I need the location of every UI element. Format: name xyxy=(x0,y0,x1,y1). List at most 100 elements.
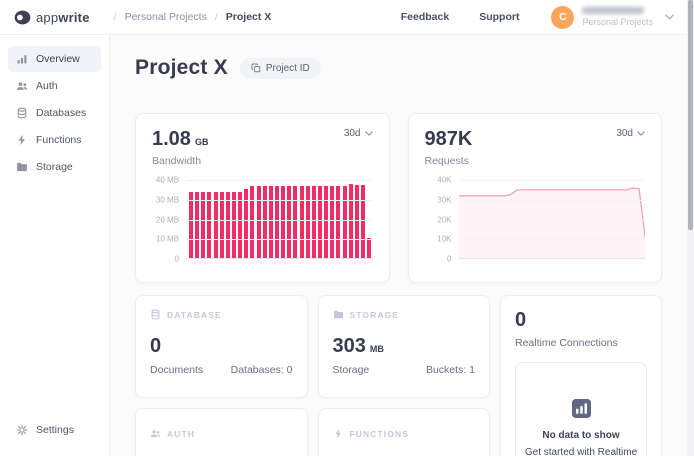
users-icon xyxy=(16,80,28,92)
bandwidth-bar xyxy=(336,186,340,259)
bandwidth-bar xyxy=(281,186,285,259)
storage-category-label: STORAGE xyxy=(350,310,400,320)
sidebar-item-overview[interactable]: Overview xyxy=(8,46,101,72)
breadcrumb-project[interactable]: Project X xyxy=(226,11,272,23)
no-data-title: No data to show xyxy=(542,430,619,441)
sidebar-item-auth[interactable]: Auth xyxy=(8,73,101,99)
databases-count: Databases: 0 xyxy=(231,364,293,376)
get-started-realtime-link[interactable]: Get started with Realtime xyxy=(525,447,637,456)
storage-label: Storage xyxy=(333,364,370,376)
range-value: 30d xyxy=(616,128,633,139)
requests-y-axis: 40K30K20K10K0 xyxy=(425,180,459,259)
sidebar-item-databases[interactable]: Databases xyxy=(8,100,101,126)
bandwidth-bar xyxy=(250,186,254,259)
database-icon xyxy=(150,309,161,320)
sidebar-item-label: Storage xyxy=(36,161,73,173)
chevron-down-icon xyxy=(637,131,645,136)
lightning-icon xyxy=(333,428,344,439)
sidebar-item-storage[interactable]: Storage xyxy=(8,154,101,180)
project-id-badge[interactable]: Project ID xyxy=(240,58,321,79)
bandwidth-bar xyxy=(226,192,230,259)
buckets-count: Buckets: 1 xyxy=(426,364,475,376)
bandwidth-bar xyxy=(189,192,193,259)
bandwidth-bar xyxy=(312,186,316,259)
y-tick-label: 0 xyxy=(447,255,451,264)
requests-plot xyxy=(459,180,646,259)
gridline xyxy=(459,200,646,201)
sidebar-item-settings[interactable]: Settings xyxy=(8,417,101,443)
gear-icon xyxy=(16,424,28,436)
scrollbar-track[interactable] xyxy=(687,0,694,456)
bandwidth-value: 1.08 xyxy=(152,128,191,151)
breadcrumb-separator: / xyxy=(114,11,117,23)
storage-card: STORAGE 303 MB Storage Buckets: 1 xyxy=(318,295,491,398)
baseline xyxy=(459,258,646,259)
sidebar-item-label: Overview xyxy=(36,53,80,65)
page-title: Project X xyxy=(135,56,228,80)
appwrite-logo[interactable]: appwrite xyxy=(14,10,90,25)
bandwidth-chart: 40 MB30 MB20 MB10 MB0 xyxy=(152,180,373,259)
requests-label: Requests xyxy=(425,155,473,167)
bandwidth-bar xyxy=(355,185,359,259)
sidebar: Overview Auth Databases Functions Storag… xyxy=(0,35,110,456)
sidebar-item-label: Auth xyxy=(36,80,58,92)
breadcrumb-separator: / xyxy=(215,11,218,23)
y-tick-label: 40K xyxy=(437,176,451,185)
storage-unit: MB xyxy=(370,344,384,354)
database-card: DATABASE 0 Documents Databases: 0 xyxy=(135,295,308,398)
sidebar-item-label: Functions xyxy=(36,134,82,146)
copy-icon xyxy=(251,63,261,73)
bandwidth-bar xyxy=(287,186,291,259)
bandwidth-bar xyxy=(269,186,273,259)
bandwidth-unit: GB xyxy=(195,137,209,147)
breadcrumb: / Personal Projects / Project X xyxy=(114,11,272,23)
realtime-empty-state: No data to show Get started with Realtim… xyxy=(515,362,647,456)
requests-value: 987K xyxy=(425,128,473,151)
bandwidth-bar xyxy=(361,185,365,259)
breadcrumb-org[interactable]: Personal Projects xyxy=(125,11,207,23)
bandwidth-bar xyxy=(349,184,353,259)
lightning-icon xyxy=(16,134,28,146)
bandwidth-bar xyxy=(214,192,218,259)
auth-card: AUTH xyxy=(135,408,308,456)
database-category-label: DATABASE xyxy=(167,310,222,320)
bandwidth-bar xyxy=(238,192,242,259)
documents-count: 0 xyxy=(150,335,161,358)
scrollbar-thumb[interactable] xyxy=(688,0,693,230)
main-content: Project X Project ID 1.08 GB Bandwidth 3… xyxy=(110,35,694,456)
chevron-down-icon xyxy=(365,131,373,136)
gridline xyxy=(459,180,646,181)
bandwidth-bar xyxy=(207,192,211,259)
requests-card: 987K Requests 30d 40K30K20K10K0 xyxy=(408,113,663,283)
y-tick-label: 20 MB xyxy=(156,215,179,224)
bandwidth-bar xyxy=(330,186,334,259)
avatar: C xyxy=(551,6,574,29)
gridline xyxy=(459,239,646,240)
bandwidth-plot xyxy=(186,180,373,259)
requests-range-dropdown[interactable]: 30d xyxy=(616,128,645,139)
sidebar-item-functions[interactable]: Functions xyxy=(8,127,101,153)
user-name-redacted xyxy=(582,7,644,14)
range-value: 30d xyxy=(344,128,361,139)
support-link[interactable]: Support xyxy=(479,11,519,23)
feedback-link[interactable]: Feedback xyxy=(401,11,449,23)
sidebar-item-label: Databases xyxy=(36,107,86,119)
bandwidth-bar xyxy=(343,186,347,259)
bandwidth-range-dropdown[interactable]: 30d xyxy=(344,128,373,139)
bandwidth-bar xyxy=(300,186,304,259)
bandwidth-bar xyxy=(324,186,328,259)
gridline xyxy=(186,180,373,181)
bandwidth-bar xyxy=(201,192,205,259)
bandwidth-bar xyxy=(232,192,236,259)
gridline xyxy=(186,220,373,221)
gridline xyxy=(459,220,646,221)
project-id-badge-label: Project ID xyxy=(266,63,310,74)
y-tick-label: 30 MB xyxy=(156,195,179,204)
account-menu[interactable]: C Personal Projects xyxy=(551,6,674,29)
realtime-connections-label: Realtime Connections xyxy=(515,337,647,349)
sidebar-item-label: Settings xyxy=(36,424,74,436)
bandwidth-y-axis: 40 MB30 MB20 MB10 MB0 xyxy=(152,180,186,259)
bar-chart-icon xyxy=(16,53,28,65)
bandwidth-bar xyxy=(306,186,310,259)
realtime-card: 0 Realtime Connections No data to show G… xyxy=(500,295,662,456)
